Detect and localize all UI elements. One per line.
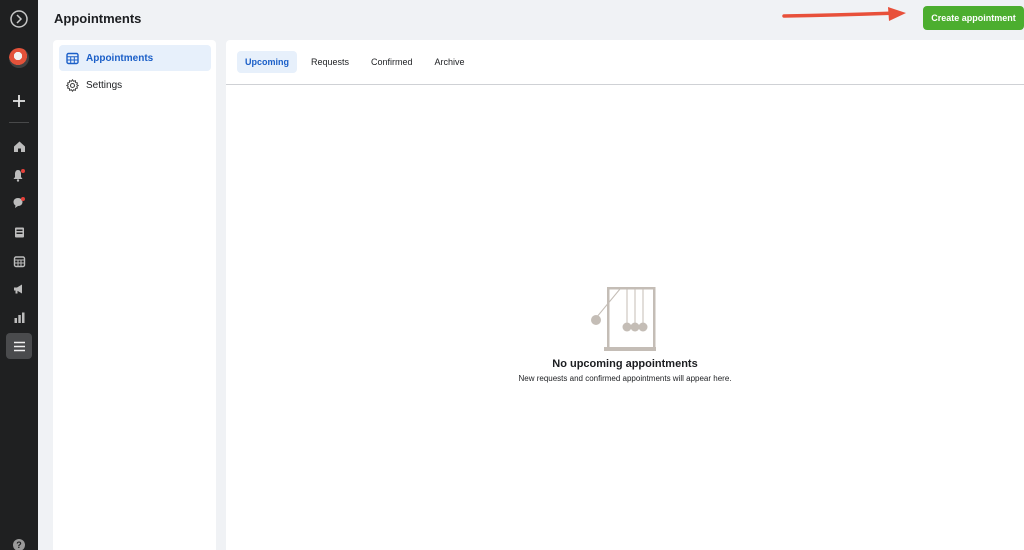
- create-appointment-button[interactable]: Create appointment: [923, 6, 1024, 30]
- avatar[interactable]: [0, 45, 38, 71]
- sidebar-item-label: Appointments: [86, 52, 154, 64]
- tab-bar: Upcoming Requests Confirmed Archive: [226, 40, 1024, 85]
- sidebar-panel: Appointments Settings: [53, 40, 216, 550]
- logo-icon[interactable]: [0, 6, 38, 32]
- chat-icon[interactable]: [0, 190, 38, 216]
- calendar-icon[interactable]: [0, 248, 38, 274]
- bell-icon[interactable]: [0, 162, 38, 188]
- bar-chart-icon[interactable]: [0, 304, 38, 330]
- sidebar-item-label: Settings: [86, 79, 123, 91]
- tab-confirmed[interactable]: Confirmed: [363, 51, 421, 73]
- menu-icon[interactable]: [0, 333, 38, 359]
- empty-state-subtitle: New requests and confirmed appointments …: [518, 374, 732, 383]
- help-icon[interactable]: ?: [0, 532, 38, 550]
- newtons-cradle-icon: [591, 287, 656, 351]
- tab-upcoming[interactable]: Upcoming: [237, 51, 297, 73]
- calendar-icon: [66, 51, 80, 65]
- page-title: Appointments: [54, 11, 142, 26]
- plus-icon[interactable]: [0, 88, 38, 114]
- left-rail: ?: [0, 0, 38, 550]
- home-icon[interactable]: [0, 133, 38, 159]
- main-panel: Upcoming Requests Confirmed Archive No u…: [226, 40, 1024, 550]
- tab-archive[interactable]: Archive: [427, 51, 473, 73]
- sidebar-item-appointments[interactable]: Appointments: [59, 45, 211, 71]
- rail-divider: [9, 122, 29, 123]
- sidebar-item-settings[interactable]: Settings: [59, 72, 211, 98]
- gear-icon: [66, 78, 80, 92]
- arrow-annotation-icon: [782, 7, 906, 21]
- tab-requests[interactable]: Requests: [303, 51, 357, 73]
- empty-state-title: No upcoming appointments: [552, 358, 698, 370]
- megaphone-icon[interactable]: [0, 276, 38, 302]
- pages-icon[interactable]: [0, 219, 38, 245]
